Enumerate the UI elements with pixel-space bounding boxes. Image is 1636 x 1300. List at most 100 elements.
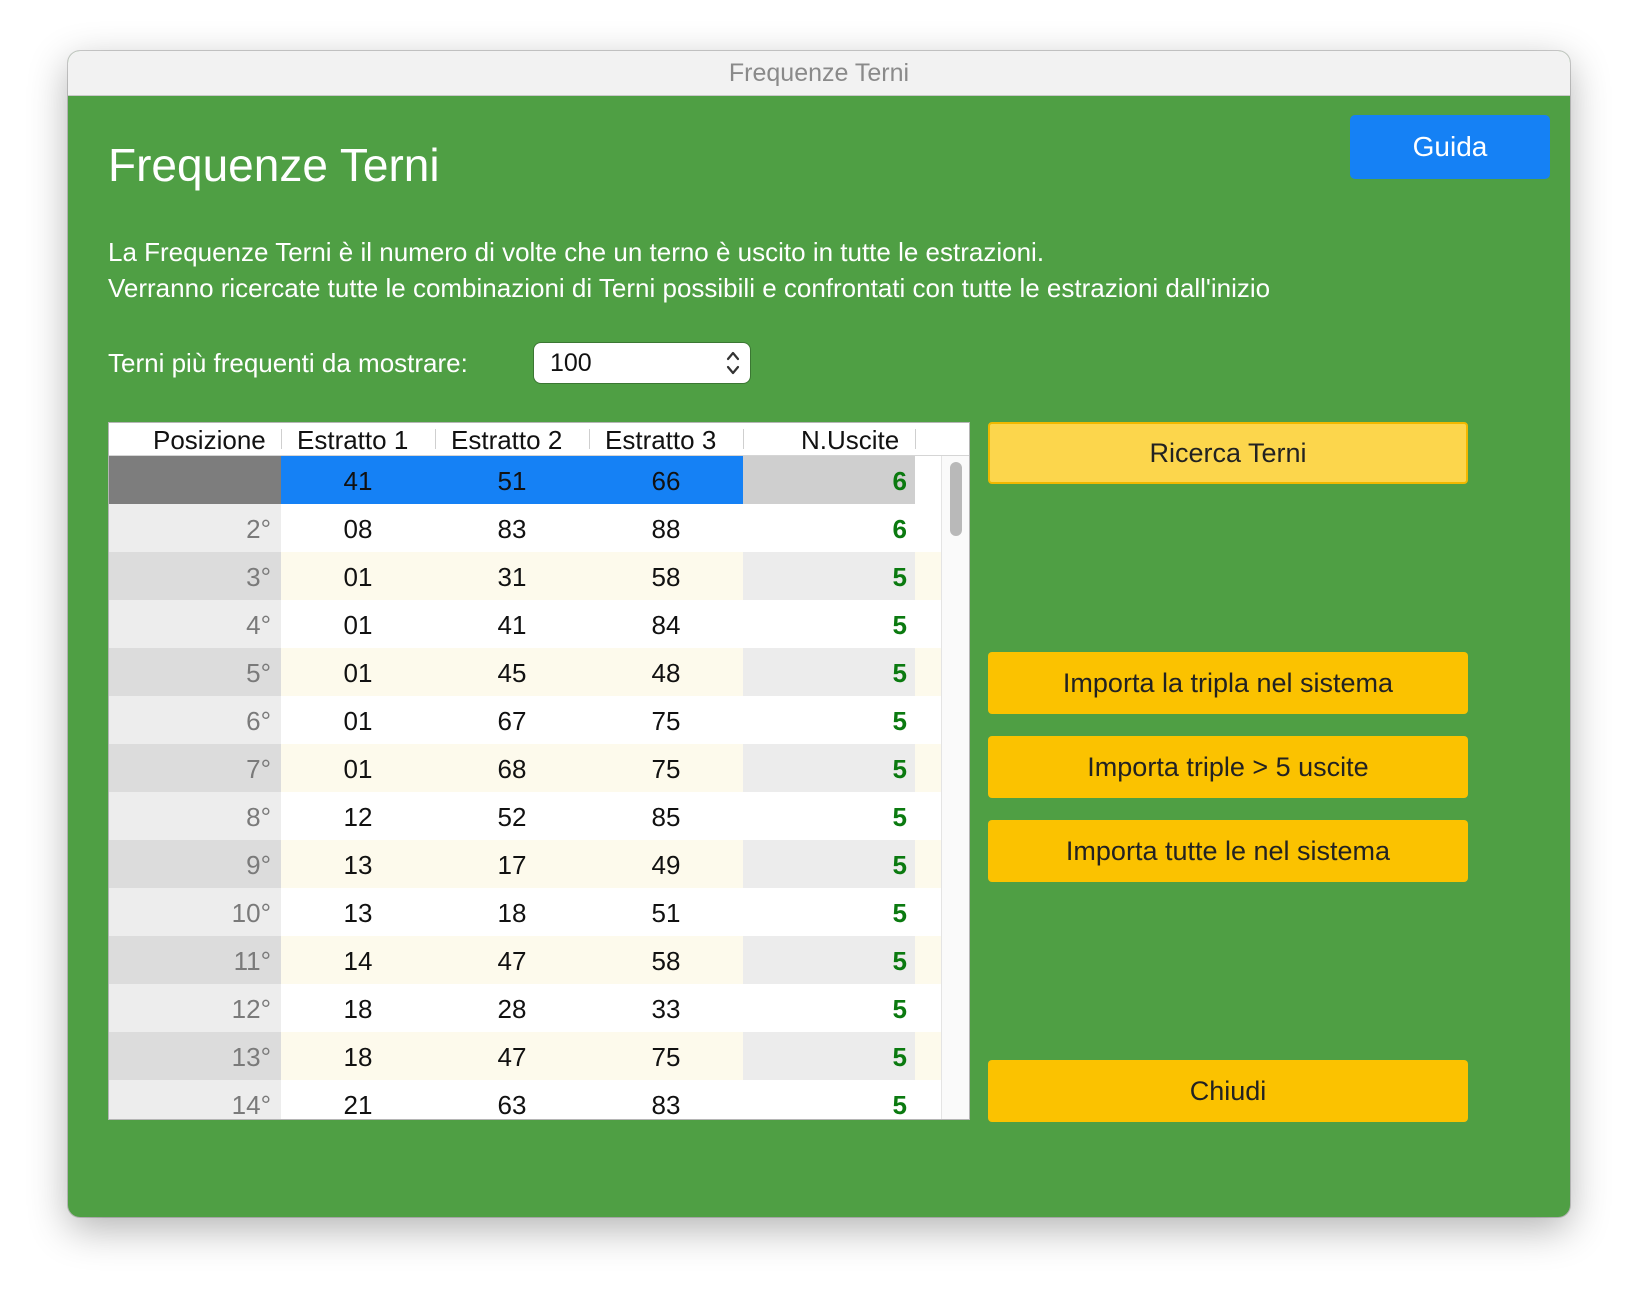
table-cell-n: 6 [743,504,915,552]
table-cell-n: 5 [743,840,915,888]
import-over-5-button[interactable]: Importa triple > 5 uscite [988,736,1468,798]
table-row[interactable]: 13° 18 47 75 5 [109,1032,941,1080]
table-cell-pos: 14° [109,1080,281,1119]
description-line-2: Verranno ricercate tutte le combinazioni… [108,273,1271,303]
table-cell-pos: 12° [109,984,281,1032]
table-cell-n: 5 [743,696,915,744]
table-cell-e3: 88 [589,504,743,552]
table-cell-e3: 84 [589,600,743,648]
table-row[interactable]: 6° 01 67 75 5 [109,696,941,744]
table-cell-n: 5 [743,936,915,984]
table-row[interactable]: 10° 13 18 51 5 [109,888,941,936]
table-cell-e1: 12 [281,792,435,840]
table-cell-pos: 7° [109,744,281,792]
main-panel: Frequenze Terni Guida La Frequenze Terni… [68,96,1570,1217]
description-line-1: La Frequenze Terni è il numero di volte … [108,237,1045,267]
table-cell-n: 5 [743,1032,915,1080]
table-cell-e3: 83 [589,1080,743,1119]
column-header-extract-2[interactable]: Estratto 2 [451,423,562,455]
table-cell-e1: 41 [281,456,435,504]
description: La Frequenze Terni è il numero di volte … [108,234,1270,306]
table-cell-filler [915,504,941,552]
scrollbar-thumb[interactable] [950,462,962,536]
column-header-count[interactable]: N.Uscite [801,423,899,455]
table-cell-e3: 48 [589,648,743,696]
table-cell-pos: 4° [109,600,281,648]
table-cell-filler [915,456,941,504]
table-cell-pos: 9° [109,840,281,888]
table-cell-e2: 47 [435,1032,589,1080]
table-row[interactable]: 14° 21 63 83 5 [109,1080,941,1119]
import-triple-button[interactable]: Importa la tripla nel sistema [988,652,1468,714]
table-row[interactable]: 11° 14 47 58 5 [109,936,941,984]
table-cell-pos: 10° [109,888,281,936]
table-cell-e1: 13 [281,888,435,936]
search-terni-button[interactable]: Ricerca Terni [988,422,1468,484]
column-separator [589,429,590,449]
table-cell-e2: 83 [435,504,589,552]
table-cell-filler [915,888,941,936]
table-cell-e3: 75 [589,744,743,792]
table-body: 41 51 66 6 2° 08 83 88 6 3° 01 31 58 5 4° 01 41 84 5 5° 01 45… [109,456,969,1119]
table-row[interactable]: 2° 08 83 88 6 [109,504,941,552]
table-cell-e1: 14 [281,936,435,984]
table-row[interactable]: 4° 01 41 84 5 [109,600,941,648]
table-cell-e2: 45 [435,648,589,696]
table-cell-filler [915,936,941,984]
table-row[interactable]: 41 51 66 6 [109,456,941,504]
table-cell-pos: 13° [109,1032,281,1080]
table-cell-filler [915,1080,941,1119]
table-row[interactable]: 3° 01 31 58 5 [109,552,941,600]
count-select[interactable]: 100 [534,343,750,383]
column-header-position[interactable]: Posizione [153,423,266,455]
table-cell-filler [915,744,941,792]
window-title: Frequenze Terni [728,58,910,87]
import-all-button[interactable]: Importa tutte le nel sistema [988,820,1468,882]
column-header-extract-1[interactable]: Estratto 1 [297,423,408,455]
table-row[interactable]: 7° 01 68 75 5 [109,744,941,792]
table-cell-e1: 21 [281,1080,435,1119]
table-row[interactable]: 9° 13 17 49 5 [109,840,941,888]
vertical-scrollbar[interactable] [941,456,969,1119]
table-cell-e2: 63 [435,1080,589,1119]
chevron-up-down-icon [726,351,740,375]
table-cell-filler [915,984,941,1032]
table-cell-e1: 08 [281,504,435,552]
table-cell-n: 6 [743,456,915,504]
table-cell-e1: 01 [281,552,435,600]
table-cell-filler [915,1032,941,1080]
table-cell-e1: 01 [281,744,435,792]
table-cell-e2: 52 [435,792,589,840]
table-cell-e3: 58 [589,936,743,984]
table-cell-filler [915,648,941,696]
table-row[interactable]: 5° 01 45 48 5 [109,648,941,696]
table-cell-pos: 5° [109,648,281,696]
table-cell-e3: 66 [589,456,743,504]
table-cell-filler [915,552,941,600]
table-cell-e1: 18 [281,1032,435,1080]
table-cell-e1: 01 [281,696,435,744]
table-row[interactable]: 8° 12 52 85 5 [109,792,941,840]
table-cell-n: 5 [743,1080,915,1119]
table-cell-n: 5 [743,648,915,696]
count-select-value: 100 [550,348,592,377]
table-cell-filler [915,696,941,744]
column-header-extract-3[interactable]: Estratto 3 [605,423,716,455]
column-separator [435,429,436,449]
table-cell-e3: 75 [589,1032,743,1080]
guide-button[interactable]: Guida [1350,115,1550,179]
table-cell-n: 5 [743,600,915,648]
column-separator [281,429,282,449]
window-titlebar: Frequenze Terni [68,51,1570,96]
table-cell-pos [109,456,281,504]
table-cell-e2: 17 [435,840,589,888]
table-cell-e1: 13 [281,840,435,888]
column-separator [915,429,916,449]
table-cell-pos: 6° [109,696,281,744]
table-row[interactable]: 12° 18 28 33 5 [109,984,941,1032]
table-cell-e3: 33 [589,984,743,1032]
table-cell-e3: 58 [589,552,743,600]
close-button[interactable]: Chiudi [988,1060,1468,1122]
table-cell-filler [915,600,941,648]
table-cell-e3: 85 [589,792,743,840]
